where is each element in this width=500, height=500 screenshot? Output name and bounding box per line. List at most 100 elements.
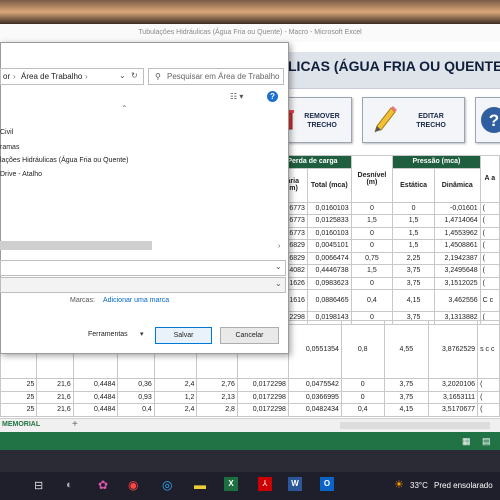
- table-cell[interactable]: 0: [350, 201, 394, 215]
- table-cell[interactable]: 1,2: [153, 390, 198, 404]
- table-cell[interactable]: 3,462556: [433, 289, 481, 312]
- editar-trecho-button[interactable]: EDITAR TRECHO: [362, 97, 465, 143]
- table-cell[interactable]: 3,75: [383, 378, 430, 392]
- table-cell[interactable]: 0,93: [117, 390, 155, 404]
- table-cell[interactable]: 2,1942387: [433, 251, 481, 265]
- tree-scrollbar[interactable]: [0, 241, 152, 250]
- widgets-icon[interactable]: ◐: [66, 479, 73, 491]
- table-cell[interactable]: 0,0172298: [236, 390, 289, 404]
- table-cell[interactable]: 0,0551354: [287, 320, 342, 379]
- table-cell[interactable]: 2,8: [196, 403, 238, 417]
- copilot-icon[interactable]: ✿: [98, 478, 108, 492]
- save-button[interactable]: Salvar: [155, 327, 212, 344]
- table-cell[interactable]: 4,55: [383, 320, 430, 379]
- table-cell[interactable]: 0: [350, 239, 394, 253]
- search-input[interactable]: ⚲ Pesquisar em Área de Trabalho: [148, 68, 284, 85]
- filetype-dropdown-icon[interactable]: ⌄: [275, 279, 282, 288]
- file-explorer-icon[interactable]: ▬: [194, 478, 206, 492]
- table-cell[interactable]: 2,4: [153, 403, 198, 417]
- table-cell[interactable]: 0,4: [117, 403, 155, 417]
- table-cell[interactable]: 2,76: [196, 378, 238, 392]
- table-cell[interactable]: 0,0482434: [287, 403, 342, 417]
- tree-item-tubulacoes[interactable]: lações Hidráulicas (Água Fria ou Quente): [0, 157, 128, 164]
- tree-item-civil[interactable]: Civil: [0, 129, 13, 136]
- table-cell[interactable]: 1,5: [350, 214, 394, 228]
- table-cell[interactable]: (: [479, 214, 500, 228]
- dropdown-chevron-icon[interactable]: ⌄: [119, 71, 126, 80]
- address-folder[interactable]: Área de Trabalho: [21, 72, 82, 81]
- table-cell[interactable]: 0: [392, 201, 435, 215]
- table-cell[interactable]: 3,2495648: [433, 264, 481, 278]
- table-cell[interactable]: 0,0045101: [306, 239, 352, 253]
- table-cell[interactable]: 0: [350, 276, 394, 290]
- table-cell[interactable]: 0,0066474: [306, 251, 352, 265]
- table-cell[interactable]: s c c: [477, 320, 500, 379]
- table-cell[interactable]: 1,5: [392, 214, 435, 228]
- table-cell[interactable]: (: [477, 378, 500, 392]
- table-cell[interactable]: 0,36: [117, 378, 155, 392]
- outlook-icon[interactable]: O: [320, 477, 334, 491]
- table-cell[interactable]: 1,4508861: [433, 239, 481, 253]
- table-cell[interactable]: 3,75: [392, 264, 435, 278]
- page-layout-icon[interactable]: ▤: [482, 436, 491, 447]
- table-cell[interactable]: 25: [0, 378, 38, 392]
- table-cell[interactable]: 3,8762529: [428, 320, 479, 379]
- refresh-icon[interactable]: ↻: [131, 71, 138, 80]
- table-cell[interactable]: 3,1512025: [433, 276, 481, 290]
- help-icon[interactable]: ?: [267, 91, 278, 102]
- table-cell[interactable]: 0,4: [340, 403, 385, 417]
- table-cell[interactable]: (: [479, 276, 500, 290]
- filename-dropdown-icon[interactable]: ⌄: [275, 262, 282, 271]
- table-cell[interactable]: C c: [479, 289, 500, 312]
- tools-menu[interactable]: Ferramentas: [88, 331, 128, 338]
- table-cell[interactable]: 0,4484: [72, 403, 119, 417]
- edge-icon[interactable]: ◎: [162, 478, 172, 492]
- table-cell[interactable]: (: [477, 390, 500, 404]
- table-cell[interactable]: (: [479, 239, 500, 253]
- table-cell[interactable]: 0,8: [340, 320, 385, 379]
- table-cell[interactable]: 0: [340, 390, 385, 404]
- table-cell[interactable]: 0: [350, 226, 394, 240]
- add-sheet-button[interactable]: +: [72, 419, 78, 430]
- collapse-chevron-icon[interactable]: ⌃: [121, 104, 128, 113]
- table-cell[interactable]: 0,0160103: [306, 201, 352, 215]
- table-cell[interactable]: 0,0983623: [306, 276, 352, 290]
- tree-item-ramas[interactable]: ramas: [0, 144, 19, 151]
- table-cell[interactable]: 3,75: [392, 276, 435, 290]
- table-cell[interactable]: 21,6: [36, 390, 74, 404]
- table-cell[interactable]: 1,4714064: [433, 214, 481, 228]
- help-macro-button[interactable]: ?: [475, 97, 500, 143]
- table-cell[interactable]: 0,0172298: [236, 403, 289, 417]
- pdf-reader-icon[interactable]: ⅄: [258, 477, 272, 491]
- view-options-icon[interactable]: ☷ ▾: [230, 92, 243, 101]
- table-cell[interactable]: 25: [0, 403, 38, 417]
- table-cell[interactable]: 4,15: [383, 403, 430, 417]
- table-cell[interactable]: (: [477, 403, 500, 417]
- table-cell[interactable]: -0,01601: [433, 201, 481, 215]
- normal-view-icon[interactable]: ▦: [462, 436, 471, 447]
- table-cell[interactable]: (: [479, 226, 500, 240]
- table-cell[interactable]: 0,0366995: [287, 390, 342, 404]
- table-cell[interactable]: 2,4: [153, 378, 198, 392]
- tree-item-drive[interactable]: Drive - Atalho: [0, 171, 42, 178]
- chrome-icon[interactable]: ◉: [128, 478, 138, 492]
- table-cell[interactable]: (: [479, 251, 500, 265]
- excel-icon[interactable]: X: [224, 477, 238, 491]
- table-cell[interactable]: 0,0475542: [287, 378, 342, 392]
- filename-field[interactable]: ⌄: [0, 260, 286, 276]
- add-tag-link[interactable]: Adicionar uma marca: [103, 297, 169, 304]
- table-cell[interactable]: 0,0886465: [306, 289, 352, 312]
- address-bar[interactable]: or › Área de Trabalho › ⌄ ↻: [0, 68, 144, 85]
- horizontal-scrollbar[interactable]: [340, 422, 490, 429]
- table-cell[interactable]: 0,4484: [72, 390, 119, 404]
- table-cell[interactable]: 21,6: [36, 403, 74, 417]
- table-cell[interactable]: 25: [0, 390, 38, 404]
- table-cell[interactable]: 3,5170677: [428, 403, 479, 417]
- sheet-tab-memorial[interactable]: MEMORIAL: [2, 421, 40, 428]
- table-cell[interactable]: 3,2020106: [428, 378, 479, 392]
- table-cell[interactable]: 1,5: [350, 264, 394, 278]
- table-cell[interactable]: 1,4553962: [433, 226, 481, 240]
- task-view-icon[interactable]: ⊟: [34, 479, 43, 492]
- table-cell[interactable]: 2,25: [392, 251, 435, 265]
- table-cell[interactable]: 0,4: [350, 289, 394, 312]
